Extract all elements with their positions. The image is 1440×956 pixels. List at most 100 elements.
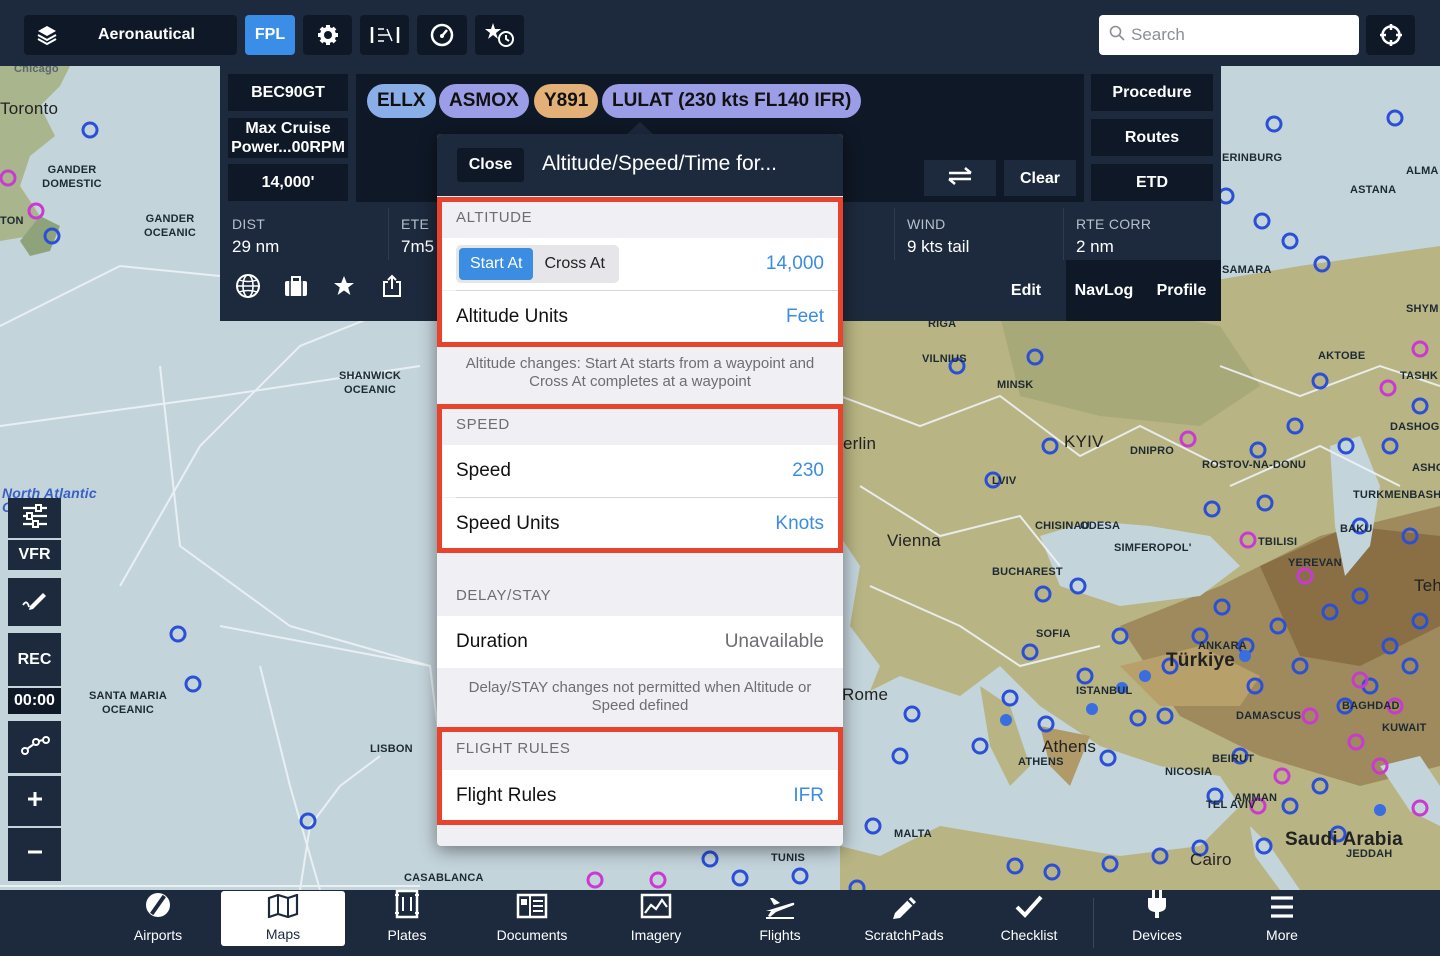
route-tool-button[interactable] [8,721,61,773]
tab-more[interactable]: More [1220,890,1344,956]
vfr-chart-button[interactable]: VFR [8,540,61,570]
tab-imagery[interactable]: Imagery [594,890,718,956]
tab-scratchpads[interactable]: ScratchPads [842,890,966,956]
map-label-lisbon: LISBON [370,743,413,755]
procedure-button[interactable]: Procedure [1091,74,1213,111]
tab-checklist[interactable]: Checklist [967,890,1091,956]
route-airway[interactable]: Y891 [534,84,599,118]
navlog-button[interactable]: NavLog [1066,260,1142,321]
tab-maps[interactable]: Maps [221,891,345,946]
etd-button[interactable]: ETD [1091,164,1213,201]
briefcase-icon [284,275,308,302]
map-label-nicosia: NICOSIA [1165,766,1213,778]
search-input[interactable] [1131,25,1351,45]
map-icon [267,893,299,921]
crosshair-icon [1379,23,1403,47]
route-waypoint[interactable]: ASMOX [439,84,529,118]
plates-icon [394,889,420,922]
map-label-santa-maria: SANTA MARIA OCEANIC [89,690,167,716]
swap-arrows-icon [945,166,975,191]
map-label-turkmenbashi: TURKMENBASHI [1353,489,1440,501]
layers-icon [36,24,58,46]
tab-plates[interactable]: Plates [345,889,469,956]
map-label-toronto: Toronto [0,99,59,118]
map-label-tashkent: TASHK [1400,370,1439,382]
tab-devices[interactable]: Devices [1095,890,1219,956]
plus-icon [26,790,44,813]
altitude-button[interactable]: 14,000' [228,164,348,201]
map-label-damascus: DAMASCUS [1236,710,1302,722]
tab-divider [1093,898,1094,948]
delay-note: Delay/STAY changes not permitted when Al… [468,679,812,714]
map-settings-button[interactable] [8,498,61,538]
duration-label: Duration [456,631,528,652]
flight-timer: 00:00 [8,688,61,714]
map-label-beirut: BEIRUT [1212,753,1255,765]
map-label-ton: TON [0,215,24,227]
favorites-recents-button[interactable] [475,15,524,55]
map-label-tehran: Teh [1414,576,1440,595]
map-label-jeddah: JEDDAH [1346,848,1393,860]
map-label-samara: SAMARA [1222,264,1272,276]
map-label-shym: SHYM [1406,303,1439,315]
star-icon [333,275,355,302]
share-button[interactable] [374,270,410,306]
fpl-button[interactable]: FPL [245,15,295,55]
share-icon [382,274,402,303]
profile-button[interactable]: Profile [1142,260,1221,321]
stat-value: 2 nm [1076,237,1114,256]
stat-wind: WIND 9 kts tail [894,208,1062,260]
favorite-button[interactable] [326,270,362,306]
power-setting-button[interactable]: Max Cruise Power...00RPM [228,118,348,158]
tab-label: Imagery [630,927,682,943]
zoom-out-button[interactable] [8,828,61,881]
instrument-bars-icon [370,25,400,45]
aircraft-button[interactable]: BEC90GT [228,74,348,111]
settings-button[interactable] [303,15,352,55]
map-label-rome: Rome [842,685,889,704]
routes-button[interactable]: Routes [1091,119,1213,156]
imagery-icon [640,893,672,922]
tab-airports[interactable]: Airports [96,890,220,956]
gear-icon [317,24,339,46]
map-label-simferopol: SIMFEROPOL' [1114,542,1192,554]
route-waypoint-selected[interactable]: LULAT (230 kts FL140 IFR) [602,84,862,118]
map-label-dnipro: DNIPRO [1130,445,1174,457]
dashboard-button[interactable] [417,15,467,55]
map-label-shanwick: SHANWICK OCEANIC [338,370,402,396]
stat-label: RTE CORR [1076,216,1152,232]
highlight-frame-speed [437,404,843,553]
route-waypoint[interactable]: ELLX [367,84,436,118]
gauge-icon [430,23,454,47]
map-label-ashg: ASHG [1412,462,1440,474]
tab-flights[interactable]: Flights [718,890,842,956]
tab-label: Documents [496,927,568,943]
search-box[interactable] [1099,15,1359,55]
map-label-baghdad: BAGHDAD [1342,700,1400,712]
close-button[interactable]: Close [457,148,524,182]
pen-icon [21,587,49,618]
layers-button[interactable]: Aeronautical [24,15,237,55]
duration-row: Duration Unavailable [437,616,843,668]
globe-button[interactable] [230,270,266,306]
clear-route-button[interactable]: Clear [1004,160,1076,196]
map-label-kyiv: KYIV [1064,432,1104,451]
instruments-button[interactable] [360,15,409,55]
draw-button[interactable] [8,578,61,626]
map-label-tel-aviv: TEL AVIV [1206,799,1256,811]
map-label-gander-oceanic: GANDER OCEANIC [143,213,197,239]
layers-label: Aeronautical [98,26,195,43]
locate-button[interactable] [1366,15,1415,55]
map-label-casablanca: CASABLANCA [404,872,484,884]
edit-button[interactable]: Edit [986,260,1066,321]
tab-label: Airports [133,927,183,943]
map-label-lviv: LVIV [992,475,1017,487]
documents-icon [516,893,548,922]
stat-value: 29 nm [232,237,280,256]
tab-documents[interactable]: Documents [470,890,594,956]
reverse-route-button[interactable] [924,160,996,196]
zoom-in-button[interactable] [8,776,61,826]
briefcase-button[interactable] [278,270,314,306]
record-button[interactable]: REC [8,633,61,686]
map-label-aktobe: AKTOBE [1318,350,1366,362]
